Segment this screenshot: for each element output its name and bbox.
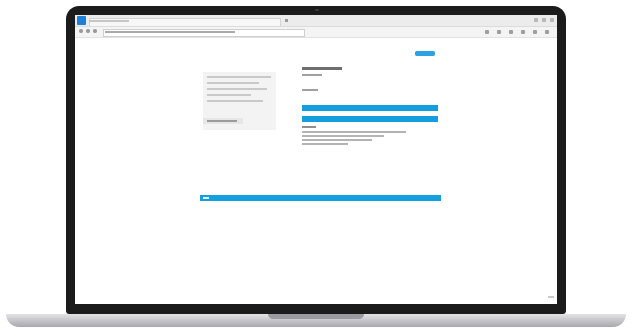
- toolbar-icon[interactable]: [533, 30, 537, 34]
- sidebar-item[interactable]: [207, 88, 267, 90]
- refresh-icon[interactable]: [93, 29, 97, 33]
- menu-icon[interactable]: [545, 30, 549, 34]
- sidebar-item[interactable]: [207, 82, 259, 84]
- info-text: [302, 131, 406, 133]
- star-icon[interactable]: [485, 30, 489, 34]
- forward-arrow-icon[interactable]: [86, 29, 90, 33]
- sidebar-item[interactable]: [207, 94, 251, 96]
- toolbar-icon[interactable]: [509, 30, 513, 34]
- sidebar-item-selected-label: [207, 120, 237, 122]
- sidebar-item[interactable]: [207, 100, 263, 102]
- close-icon[interactable]: [550, 18, 554, 22]
- page-meta: [302, 89, 318, 91]
- info-text: [302, 139, 372, 141]
- laptop-screen: [75, 15, 557, 304]
- tab-close-icon[interactable]: [285, 19, 288, 22]
- info-text: [302, 135, 384, 137]
- sidebar-item[interactable]: [207, 76, 271, 78]
- toolbar-icon[interactable]: [521, 30, 525, 34]
- address-bar-url: [105, 31, 235, 33]
- scroll-indicator[interactable]: [548, 296, 554, 298]
- info-heading: [302, 126, 316, 128]
- laptop-notch: [268, 314, 364, 319]
- app-icon[interactable]: [77, 16, 86, 25]
- page-title: [302, 67, 342, 70]
- sign-in-button[interactable]: [415, 51, 435, 56]
- tab-title: [89, 20, 129, 22]
- page-subtitle: [302, 74, 322, 76]
- camera-icon: [315, 9, 319, 11]
- back-arrow-icon[interactable]: [79, 29, 83, 33]
- notification-banner[interactable]: [200, 195, 441, 201]
- toolbar-icon[interactable]: [497, 30, 501, 34]
- maximize-icon[interactable]: [542, 18, 546, 22]
- primary-button[interactable]: [302, 105, 438, 111]
- info-text: [302, 143, 348, 145]
- minimize-icon[interactable]: [534, 18, 538, 22]
- banner-icon: [203, 197, 209, 199]
- secondary-button[interactable]: [302, 116, 438, 122]
